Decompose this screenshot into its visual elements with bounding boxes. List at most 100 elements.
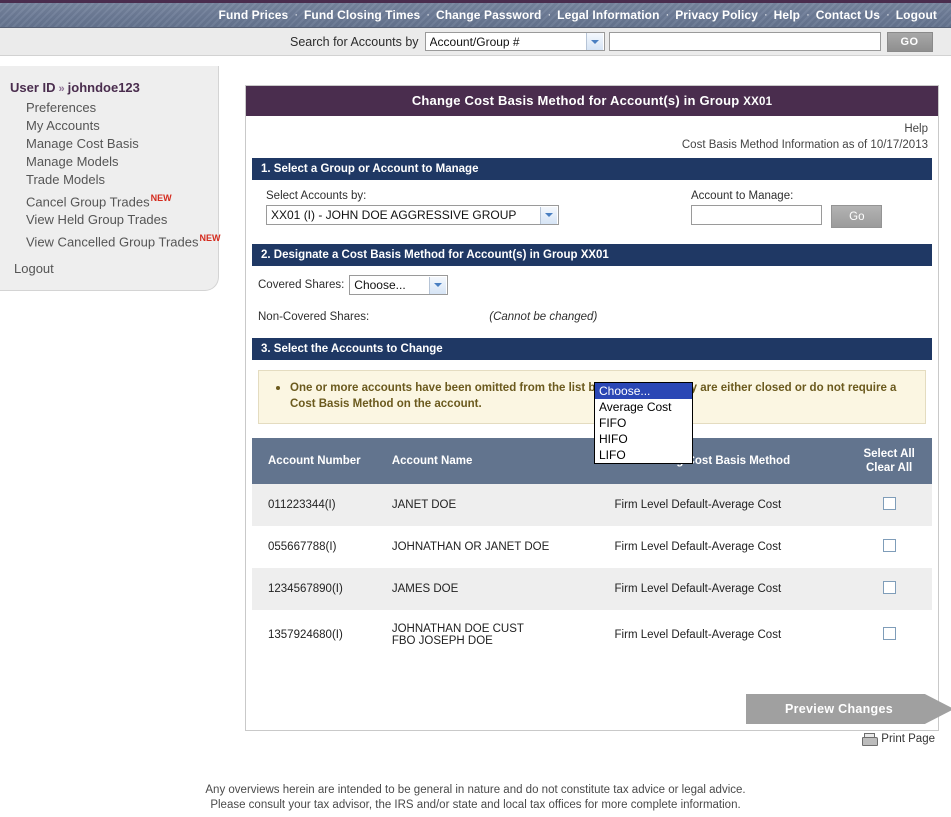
dropdown-option-choose[interactable]: Choose... [595,383,692,399]
account-search-bar: Search for Accounts by Account/Group # G… [0,28,951,56]
chevron-down-icon [540,207,557,224]
sidebar-item-label: Preferences [26,100,96,115]
row-checkbox[interactable] [883,627,896,640]
accounts-table: Account Number Account Name Existing Cos… [252,438,932,660]
cell-account-number: 055667788(I) [252,526,392,568]
table-row: 1357924680(I) JOHNATHAN DOE CUST FBO JOS… [252,610,932,660]
nav-separator: · [800,9,816,21]
sidebar-item-label: Cancel Group Trades [26,194,150,209]
cannot-be-changed-note: (Cannot be changed) [489,311,597,323]
select-accounts-dropdown[interactable]: XX01 (I) - JOHN DOE AGGRESSIVE GROUP [266,205,559,225]
sidebar-item-view-held-group-trades[interactable]: View Held Group Trades [0,211,218,229]
sidebar-item-cancel-group-trades[interactable]: Cancel Group TradesNEW [0,189,218,211]
sidebar-item-logout[interactable]: Logout [0,252,218,276]
nav-separator: · [758,9,774,21]
table-row: 1234567890(I) JAMES DOE Firm Level Defau… [252,568,932,610]
footer-line-1: Any overviews herein are intended to be … [0,783,951,798]
select-accounts-column: Select Accounts by: XX01 (I) - JOHN DOE … [266,190,559,225]
print-page-link[interactable]: Print Page [862,733,935,745]
cell-existing-method: Firm Level Default-Average Cost [583,484,847,526]
nav-link-help[interactable]: Help [774,8,800,22]
sidebar-item-label: View Held Group Trades [26,212,167,227]
nav-separator: · [420,9,436,21]
select-all-link[interactable]: Select All [846,447,932,461]
username-value: johndoe123 [68,80,140,95]
cell-account-number: 1234567890(I) [252,568,392,610]
help-link[interactable]: Help [904,123,928,135]
dropdown-option-hifo[interactable]: HIFO [595,431,692,447]
sidebar-item-label: Manage Cost Basis [26,136,139,151]
row-checkbox[interactable] [883,497,896,510]
dropdown-option-fifo[interactable]: FIFO [595,415,692,431]
printer-icon [862,733,877,745]
nav-link-fund-prices[interactable]: Fund Prices [219,8,289,22]
dropdown-option-average-cost[interactable]: Average Cost [595,399,692,415]
cell-account-name: JOHNATHAN OR JANET DOE [392,526,583,568]
page-title-group: XX01 [743,96,772,108]
nav-link-contact-us[interactable]: Contact Us [816,8,880,22]
warning-box: One or more accounts have been omitted f… [258,370,926,424]
cell-existing-method: Firm Level Default-Average Cost [583,568,847,610]
nav-separator: · [880,9,896,21]
nav-link-fund-closing-times[interactable]: Fund Closing Times [304,8,420,22]
cell-account-number: 011223344(I) [252,484,392,526]
account-name-line-1: JOHNATHAN OR JANET DOE [392,541,583,553]
preview-changes-button[interactable]: Preview Changes [746,694,951,724]
clear-all-link[interactable]: Clear All [846,461,932,475]
search-go-button[interactable]: GO [887,32,933,52]
account-name-line-1: JANET DOE [392,499,583,511]
chevron-down-icon [586,33,603,50]
print-page-label: Print Page [881,733,935,745]
preview-button-row: Preview Changes [252,694,932,724]
row-checkbox[interactable] [883,539,896,552]
covered-shares-dropdown-list[interactable]: Choose... Average Cost FIFO HIFO LIFO [594,382,693,464]
account-go-button[interactable]: Go [831,205,882,228]
cell-select-checkbox [846,610,932,660]
nav-separator: · [660,9,676,21]
account-name-line-1: JOHNATHAN DOE CUST [392,623,583,635]
footer-disclaimer: Any overviews herein are intended to be … [0,783,951,813]
account-to-manage-input[interactable] [691,205,822,225]
search-type-value: Account/Group # [430,35,586,49]
sidebar-item-label: My Accounts [26,118,100,133]
sidebar-item-view-cancelled-group-trades[interactable]: View Cancelled Group TradesNEW [0,229,218,251]
cell-existing-method: Firm Level Default-Average Cost [583,526,847,568]
nav-link-privacy-policy[interactable]: Privacy Policy [675,8,758,22]
search-type-select[interactable]: Account/Group # [425,32,605,51]
nav-link-change-password[interactable]: Change Password [436,8,542,22]
new-badge: NEW [199,233,220,243]
non-covered-shares-label: Non-Covered Shares: [258,311,369,323]
cell-account-name: JANET DOE [392,484,583,526]
covered-shares-select[interactable]: Choose... [349,275,448,295]
search-input[interactable] [609,32,881,51]
sidebar-item-manage-cost-basis[interactable]: Manage Cost Basis [0,135,218,153]
select-accounts-label: Select Accounts by: [266,190,559,202]
nav-separator: · [541,9,557,21]
cell-select-checkbox [846,568,932,610]
nav-link-logout[interactable]: Logout [896,8,937,22]
table-row: 055667788(I) JOHNATHAN OR JANET DOE Firm… [252,526,932,568]
cell-existing-method: Firm Level Default-Average Cost [583,610,847,660]
section-1-body: Select Accounts by: XX01 (I) - JOHN DOE … [252,180,932,244]
sidebar-item-my-accounts[interactable]: My Accounts [0,117,218,135]
select-accounts-value: XX01 (I) - JOHN DOE AGGRESSIVE GROUP [271,208,540,222]
sidebar-user-header: User ID»johndoe123 [0,80,218,99]
sidebar-item-manage-models[interactable]: Manage Models [0,153,218,171]
cell-select-checkbox [846,526,932,568]
cell-select-checkbox [846,484,932,526]
page-title-text: Change Cost Basis Method for Account(s) … [412,93,743,108]
section-2-body: Covered Shares: Choose... Non-Covered Sh… [252,266,932,338]
account-to-manage-label: Account to Manage: [691,190,882,202]
dropdown-option-lifo[interactable]: LIFO [595,447,692,463]
sidebar-item-preferences[interactable]: Preferences [0,99,218,117]
sidebar-item-trade-models[interactable]: Trade Models [0,171,218,189]
col-header-account-name: Account Name [392,438,583,484]
sidebar: User ID»johndoe123 Preferences My Accoun… [0,66,219,291]
nav-link-legal-information[interactable]: Legal Information [557,8,659,22]
row-checkbox[interactable] [883,581,896,594]
new-badge: NEW [151,193,172,203]
sidebar-item-label: View Cancelled Group Trades [26,235,198,250]
accounts-table-head: Account Number Account Name Existing Cos… [252,438,932,484]
sidebar-item-label: Trade Models [26,172,105,187]
accounts-table-body: 011223344(I) JANET DOE Firm Level Defaul… [252,484,932,660]
